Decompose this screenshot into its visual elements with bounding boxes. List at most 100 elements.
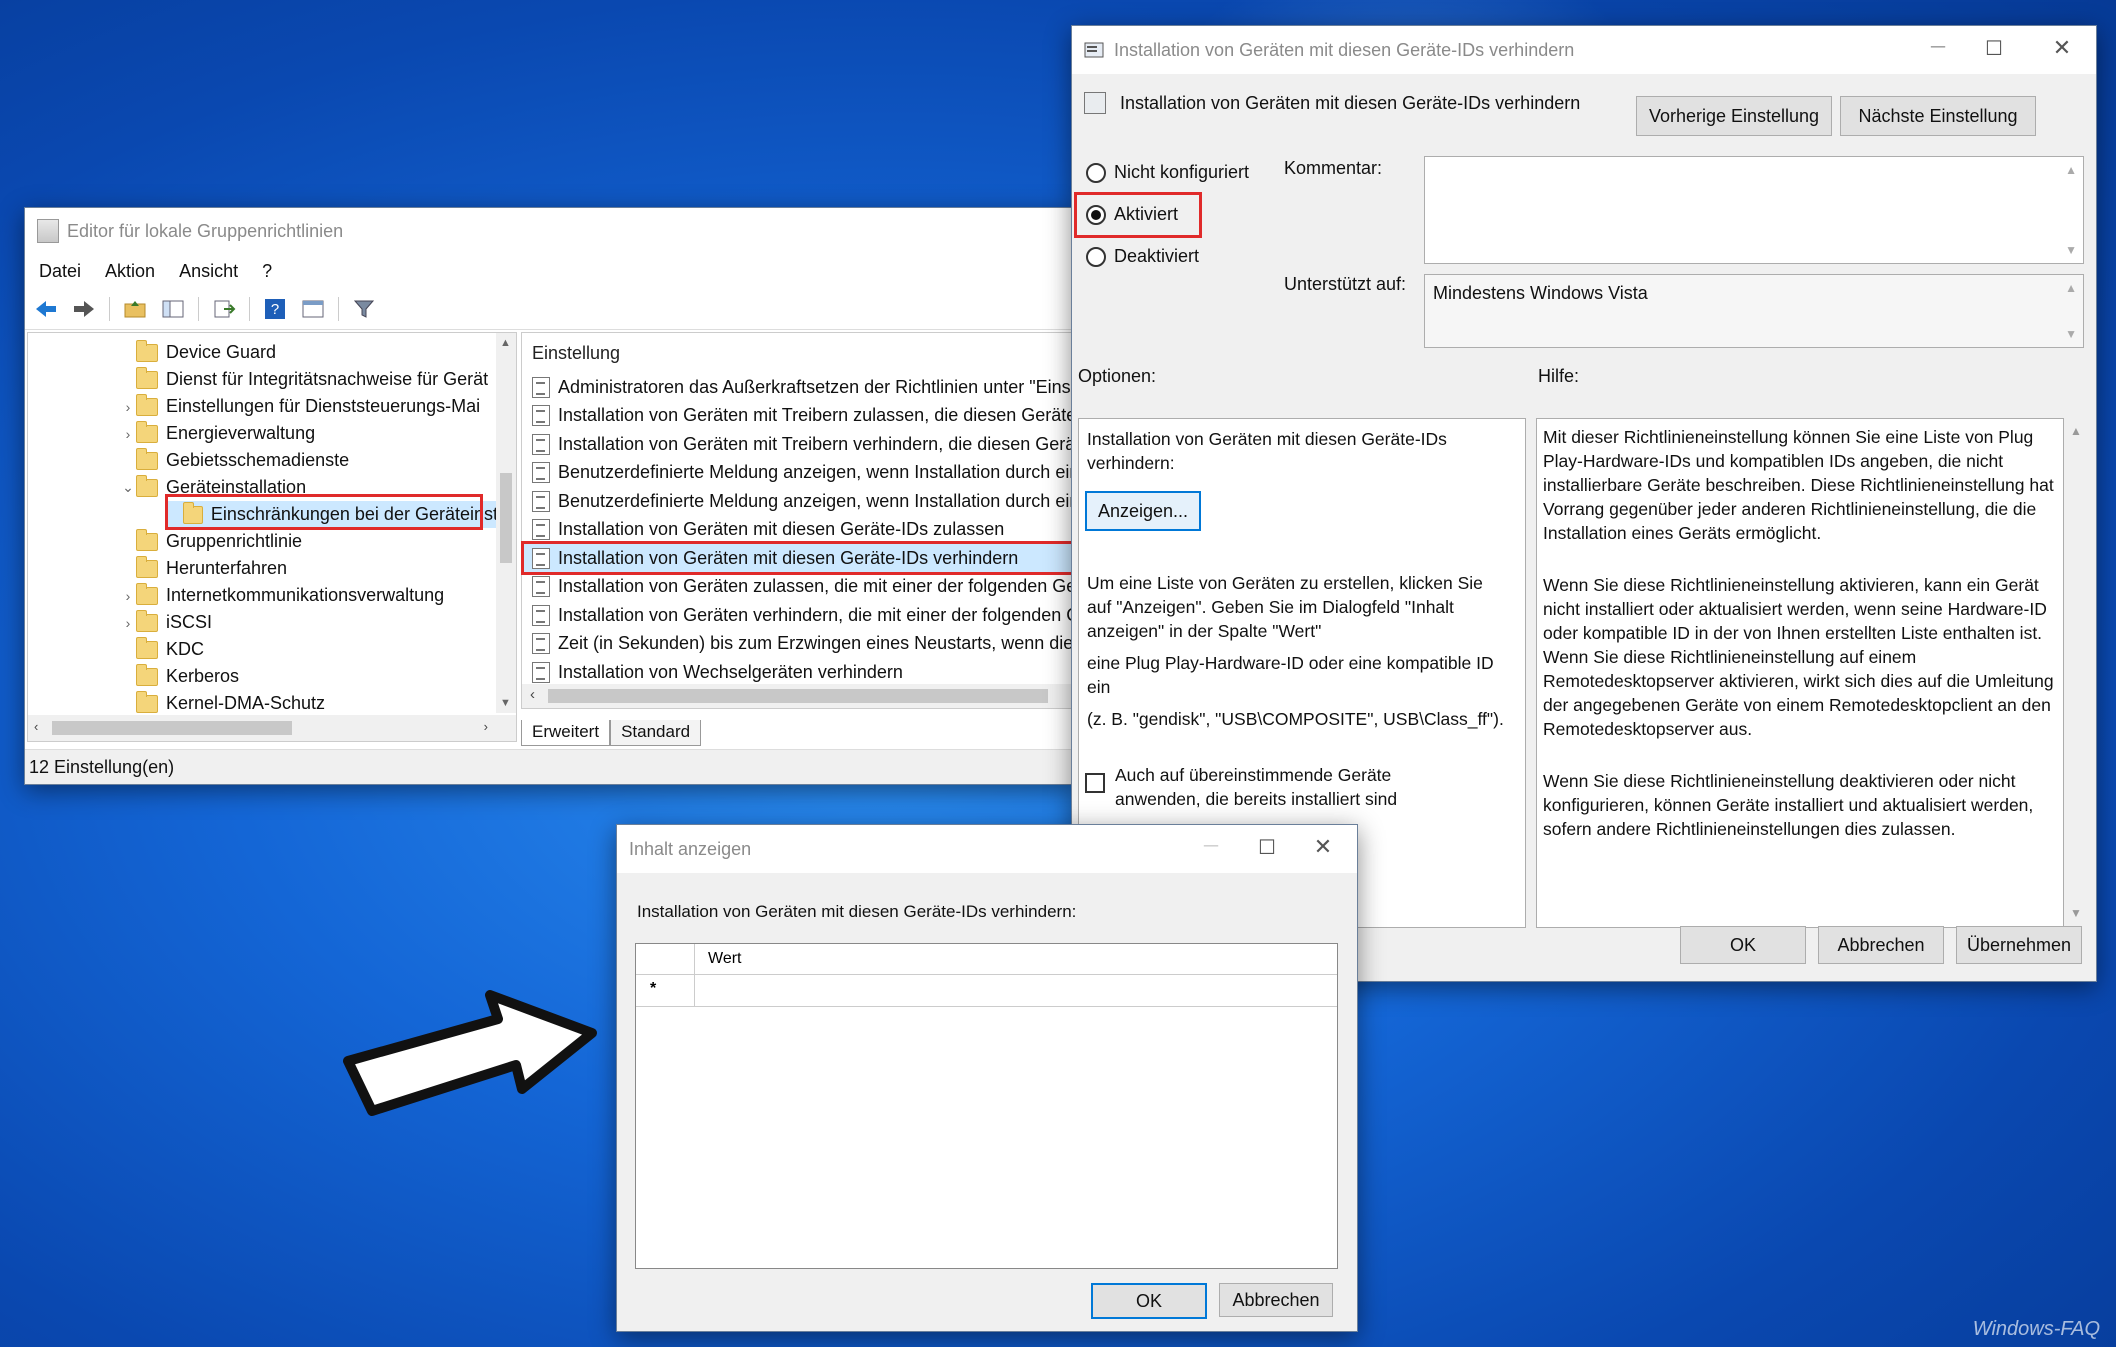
show-hide-tree-icon[interactable] <box>160 296 186 322</box>
setting-list-label: Benutzerdefinierte Meldung anzeigen, wen… <box>558 462 1079 482</box>
cancel-button[interactable]: Abbrechen <box>1818 926 1944 964</box>
policy-setting-icon <box>1084 92 1106 114</box>
scroll-down-icon[interactable]: ▼ <box>2070 906 2082 920</box>
tree-item[interactable]: Herunterfahren <box>120 555 287 582</box>
scroll-up-icon[interactable]: ▲ <box>500 337 511 349</box>
gp-editor-titlebar[interactable]: Editor für lokale Gruppenrichtlinien <box>25 208 1075 254</box>
radio-circle[interactable] <box>1086 246 1106 267</box>
setting-list-row[interactable]: Installation von Geräten verhindern, die… <box>532 601 1078 629</box>
tree-item[interactable]: ⌄ Geräteinstallation <box>120 474 306 501</box>
tree-horizontal-scroll-thumb[interactable] <box>52 721 292 735</box>
show-contents-cancel-button[interactable]: Abbrechen <box>1219 1283 1333 1317</box>
export-list-icon[interactable] <box>211 296 237 322</box>
tree-expand-chevron-icon[interactable]: › <box>120 588 136 604</box>
value-grid[interactable]: Wert * <box>635 943 1338 1269</box>
tree-expand-chevron-icon[interactable]: › <box>120 615 136 631</box>
maximize-icon[interactable]: ☐ <box>1960 36 2028 61</box>
tree-item[interactable]: Kernel-DMA-Schutz <box>120 690 325 717</box>
scroll-down-icon[interactable]: ▼ <box>500 697 511 709</box>
scroll-left-icon[interactable]: ‹ <box>530 686 535 703</box>
tree-item[interactable]: › Energieverwaltung <box>120 420 315 447</box>
comment-textarea[interactable]: ▲ ▼ <box>1424 156 2084 264</box>
menu-datei[interactable]: Datei <box>39 261 81 282</box>
policy-dialog-titlebar[interactable]: Installation von Geräten mit diesen Gerä… <box>1072 26 2096 74</box>
scroll-up-icon[interactable]: ▲ <box>2065 281 2077 295</box>
tree-expand-chevron-icon[interactable]: › <box>120 399 136 415</box>
tree-item[interactable]: Kerberos <box>120 663 239 690</box>
radio-circle[interactable] <box>1086 162 1106 183</box>
scroll-up-icon[interactable]: ▲ <box>2065 163 2077 177</box>
value-column-header[interactable]: Wert <box>708 950 741 968</box>
tree-expand-chevron-icon[interactable]: ⌄ <box>120 479 136 496</box>
tree-horizontal-scrollbar[interactable]: ‹ › <box>28 715 516 741</box>
pointer-arrow-icon <box>343 990 597 1116</box>
setting-list-row[interactable]: Installation von Wechselgeräten verhinde… <box>532 658 903 686</box>
gp-editor-app-icon <box>37 219 59 243</box>
back-arrow-icon[interactable] <box>33 296 59 322</box>
setting-list-row[interactable]: Installation von Geräten mit diesen Gerä… <box>522 544 1078 572</box>
radio-enabled[interactable]: Aktiviert <box>1086 204 1178 225</box>
list-column-header[interactable]: Einstellung <box>532 343 620 364</box>
list-horizontal-scrollbar[interactable]: ‹ <box>522 684 1078 708</box>
properties-view-icon[interactable] <box>300 296 326 322</box>
apply-installed-checkbox-row[interactable]: Auch auf übereinstimmende Geräte anwende… <box>1085 763 1415 811</box>
filter-icon[interactable] <box>351 296 377 322</box>
scroll-down-icon[interactable]: ▼ <box>2065 243 2077 257</box>
tree-item[interactable]: Device Guard <box>120 339 276 366</box>
setting-list-row[interactable]: Administratoren das Außerkraftsetzen der… <box>532 373 1078 401</box>
menu-ansicht[interactable]: Ansicht <box>179 261 238 282</box>
radio-disabled[interactable]: Deaktiviert <box>1086 246 1199 267</box>
tree-expand-chevron-icon[interactable]: › <box>120 426 136 442</box>
setting-list-label: Installation von Wechselgeräten verhinde… <box>558 661 903 682</box>
help-icon[interactable]: ? <box>262 296 288 322</box>
apply-button[interactable]: Übernehmen <box>1956 926 2082 964</box>
scroll-right-icon[interactable]: › <box>484 719 488 734</box>
tab-erweitert[interactable]: Erweitert <box>521 720 611 746</box>
up-folder-icon[interactable] <box>122 296 148 322</box>
close-icon[interactable]: ✕ <box>1289 834 1357 860</box>
next-setting-button[interactable]: Nächste Einstellung <box>1840 96 2036 136</box>
tree-vertical-scroll-thumb[interactable] <box>500 473 512 563</box>
setting-list-row[interactable]: Installation von Geräten mit Treibern ve… <box>532 430 1078 458</box>
previous-setting-button[interactable]: Vorherige Einstellung <box>1636 96 1832 136</box>
tab-standard[interactable]: Standard <box>610 720 702 746</box>
tree-item[interactable]: Dienst für Integritätsnachweise für Gerä… <box>120 366 488 393</box>
tree-vertical-scrollbar[interactable]: ▲ ▼ <box>496 333 516 713</box>
menu-help[interactable]: ? <box>262 261 272 282</box>
folder-icon <box>136 690 158 713</box>
options-description-1: Um eine Liste von Geräten zu erstellen, … <box>1087 573 1483 641</box>
tree-item[interactable]: Einschränkungen bei der Geräteinst <box>168 501 498 528</box>
tree-item[interactable]: › Internetkommunikationsverwaltung <box>120 582 444 609</box>
show-contents-ok-button[interactable]: OK <box>1091 1283 1207 1319</box>
show-button[interactable]: Anzeigen... <box>1085 491 1201 531</box>
show-contents-titlebar[interactable]: Inhalt anzeigen ─ ☐ ✕ <box>617 825 1357 873</box>
radio-circle-selected[interactable] <box>1086 204 1106 225</box>
ok-button[interactable]: OK <box>1680 926 1806 964</box>
radio-not-configured[interactable]: Nicht konfiguriert <box>1086 162 1249 183</box>
setting-list-row[interactable]: Benutzerdefinierte Meldung anzeigen, wen… <box>532 459 1079 487</box>
help-scrollbar[interactable]: ▲ ▼ <box>2064 418 2088 926</box>
scroll-down-icon[interactable]: ▼ <box>2065 327 2077 341</box>
tree-item[interactable]: Gruppenrichtlinie <box>120 528 302 555</box>
apply-installed-checkbox[interactable] <box>1085 773 1105 793</box>
forward-arrow-icon[interactable] <box>71 296 97 322</box>
setting-list-label: Installation von Geräten mit diesen Gerä… <box>558 547 1019 568</box>
new-value-cell[interactable] <box>694 975 1337 1006</box>
close-icon[interactable]: ✕ <box>2028 35 2096 61</box>
scroll-up-icon[interactable]: ▲ <box>2070 424 2082 438</box>
tree-item[interactable]: Gebietsschemadienste <box>120 447 349 474</box>
menu-aktion[interactable]: Aktion <box>105 261 155 282</box>
tree-item-label: Einschränkungen bei der Geräteinst <box>210 504 498 524</box>
scroll-left-icon[interactable]: ‹ <box>34 719 38 734</box>
tree-item[interactable]: KDC <box>120 636 204 663</box>
setting-list-row[interactable]: Installation von Geräten zulassen, die m… <box>532 573 1078 601</box>
tree-item[interactable]: › Einstellungen für Dienststeuerungs-Mai <box>120 393 480 420</box>
setting-list-row[interactable]: Installation von Geräten mit diesen Gerä… <box>532 516 1004 544</box>
tree-item[interactable]: › iSCSI <box>120 609 212 636</box>
setting-list-row[interactable]: Zeit (in Sekunden) bis zum Erzwingen ein… <box>532 630 1078 658</box>
list-horizontal-scroll-thumb[interactable] <box>548 689 1048 703</box>
setting-list-row[interactable]: Installation von Geräten mit Treibern zu… <box>532 402 1078 430</box>
setting-list-label: Installation von Geräten mit diesen Gerä… <box>558 519 1005 539</box>
setting-list-row[interactable]: Benutzerdefinierte Meldung anzeigen, wen… <box>532 487 1078 515</box>
grid-header-row: Wert <box>636 944 1337 975</box>
